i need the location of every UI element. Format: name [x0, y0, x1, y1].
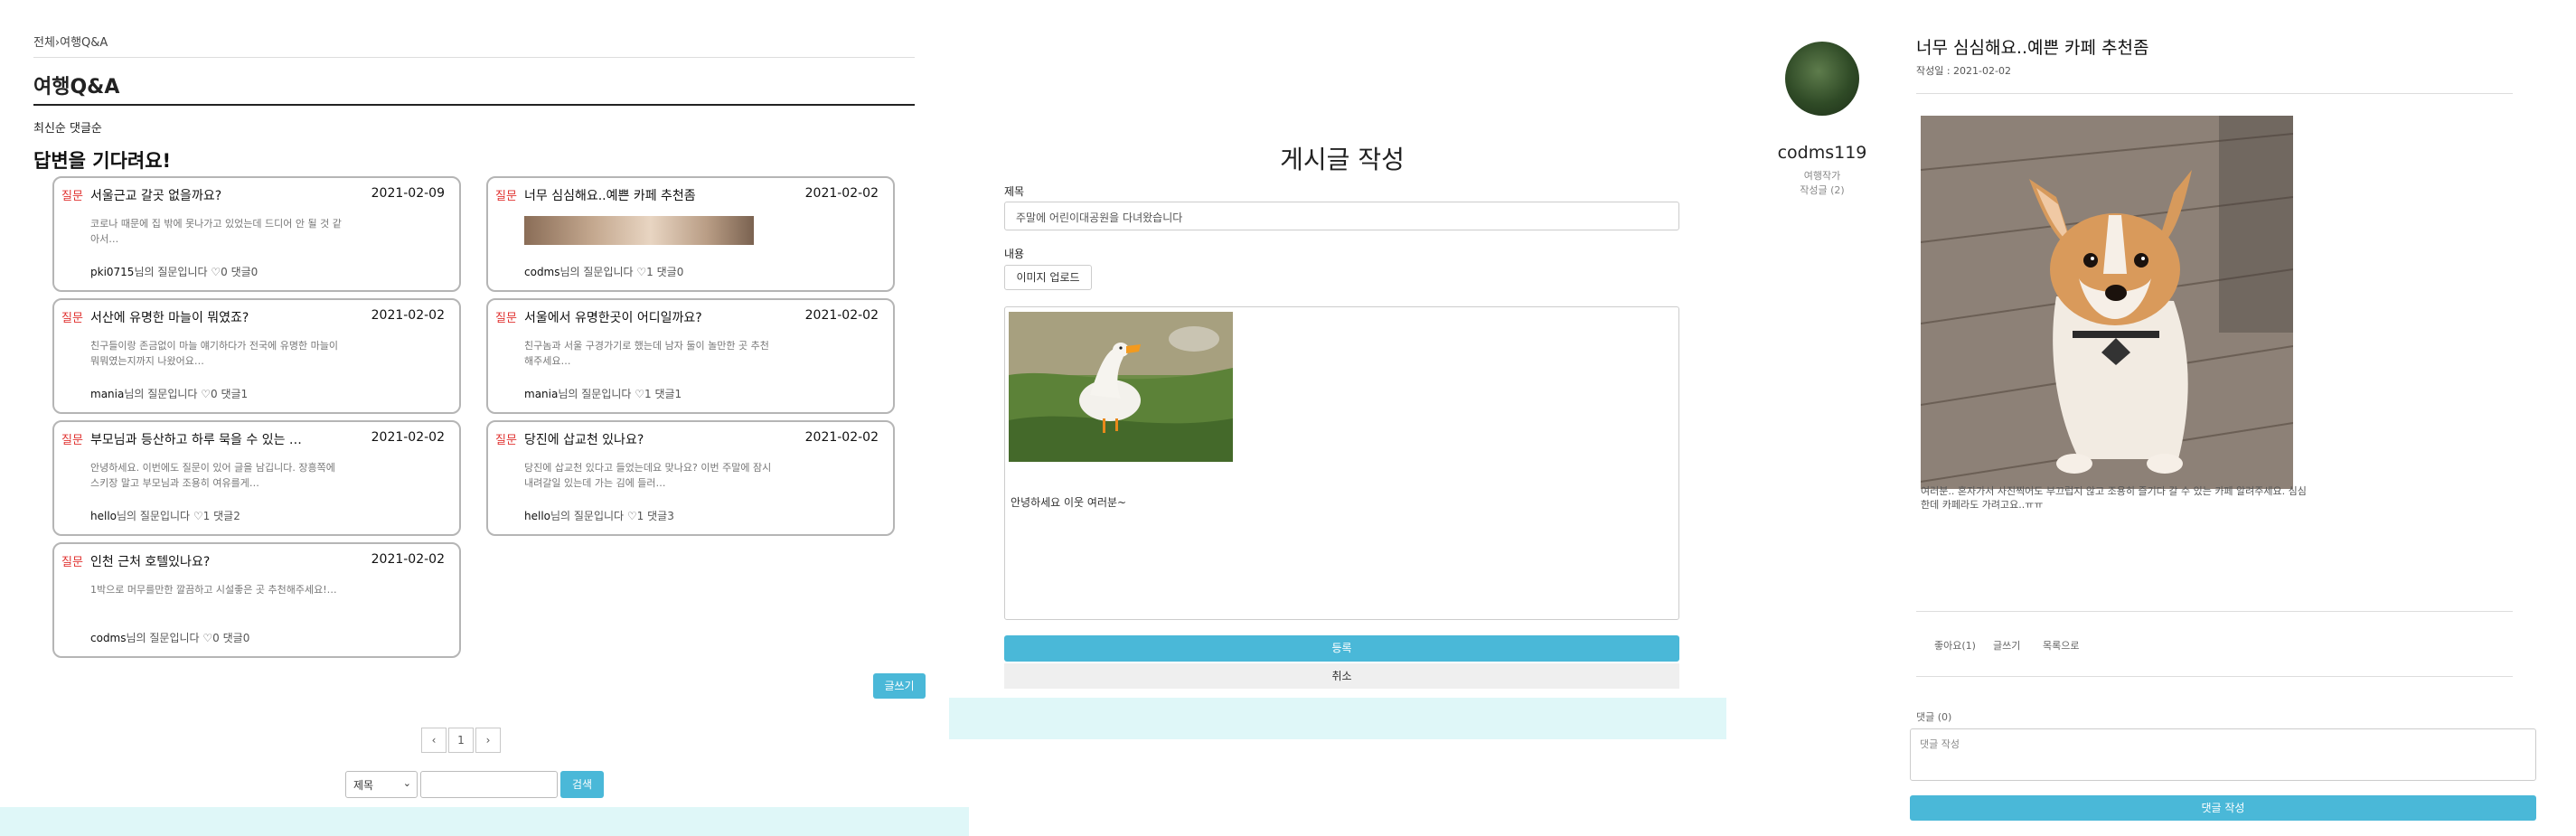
- question-tag: 질문: [61, 556, 83, 569]
- question-stats: 님의 질문입니다 ♡1 댓글2: [117, 510, 240, 522]
- question-meta: codms님의 질문입니다 ♡1 댓글0: [524, 264, 683, 279]
- question-meta: codms님의 질문입니다 ♡0 댓글0: [90, 630, 249, 645]
- question-card[interactable]: 질문 서산에 유명한 마늘이 뭐였죠? 2021-02-02 친구들이랑 존금없…: [52, 298, 461, 414]
- sort-options[interactable]: 최신순 댓글순: [33, 118, 102, 136]
- author-name: pki0715: [90, 266, 135, 278]
- search-button[interactable]: 검색: [560, 771, 604, 798]
- submit-button[interactable]: 등록: [1004, 635, 1679, 662]
- author-name: mania: [524, 388, 559, 400]
- pagination-prev-button[interactable]: ‹: [421, 728, 447, 753]
- question-title[interactable]: 인천 근처 호텔있나요?: [90, 552, 210, 570]
- search-input[interactable]: [420, 771, 558, 798]
- question-title[interactable]: 서울근교 갈곳 없을까요?: [90, 186, 221, 204]
- post-date: 작성일 : 2021-02-02: [1916, 65, 2011, 77]
- pagination-next-button[interactable]: ›: [475, 728, 501, 753]
- duck-photo: [1009, 312, 1233, 462]
- question-stats: 님의 질문입니다 ♡1 댓글1: [558, 388, 682, 400]
- question-card[interactable]: 질문 서울에서 유명한곳이 어디일까요? 2021-02-02 친구놈과 서울 …: [486, 298, 895, 414]
- question-title[interactable]: 당진에 삽교천 있나요?: [524, 430, 644, 448]
- question-date: 2021-02-02: [804, 186, 879, 201]
- breadcrumb-divider: [33, 57, 915, 58]
- section-heading: 답변을 기다려요!: [33, 150, 172, 172]
- comment-input[interactable]: 댓글 작성: [1910, 728, 2536, 781]
- question-card[interactable]: 질문 너무 심심해요..예쁜 카페 추천좀 2021-02-02 codms님의…: [486, 176, 895, 292]
- question-excerpt: 친구놈과 서울 구경가기로 했는데 남자 둘이 놀만한 곳 추천해주세요…: [524, 340, 769, 367]
- question-title[interactable]: 부모님과 등산하고 하루 묵을 수 있는 …: [90, 430, 302, 448]
- comment-submit-button[interactable]: 댓글 작성: [1910, 795, 2536, 821]
- question-excerpt: 1박으로 머무를만한 깔끔하고 시설좋은 곳 추천해주세요!…: [90, 584, 337, 596]
- divider: [1916, 93, 2513, 94]
- divider: [1916, 611, 2513, 612]
- breadcrumb[interactable]: 전체›여행Q&A: [33, 33, 108, 50]
- footer-band: [0, 807, 969, 836]
- page-title: 여행Q&A: [33, 76, 120, 99]
- question-date: 2021-02-09: [371, 186, 445, 201]
- question-tag: 질문: [61, 434, 83, 447]
- question-stats: 님의 질문입니다 ♡1 댓글3: [550, 510, 674, 522]
- chevron-down-icon: ⌄: [402, 777, 411, 789]
- content-editor-text[interactable]: 안녕하세요 이웃 여러분~: [1011, 494, 1126, 510]
- question-date: 2021-02-02: [804, 308, 879, 323]
- question-tag: 질문: [61, 312, 83, 325]
- post-title: 너무 심심해요..예쁜 카페 추천좀: [1916, 38, 2149, 58]
- question-date: 2021-02-02: [371, 552, 445, 567]
- author-name: hello: [524, 510, 550, 522]
- author-username: codms119: [1777, 143, 1867, 163]
- question-tag: 질문: [495, 312, 517, 325]
- divider: [1916, 676, 2513, 677]
- question-meta: mania님의 질문입니다 ♡0 댓글1: [90, 386, 248, 401]
- question-date: 2021-02-02: [804, 430, 879, 445]
- question-title[interactable]: 서울에서 유명한곳이 어디일까요?: [524, 308, 702, 326]
- question-meta: pki0715님의 질문입니다 ♡0 댓글0: [90, 264, 258, 279]
- question-date: 2021-02-02: [371, 430, 445, 445]
- question-title[interactable]: 너무 심심해요..예쁜 카페 추천좀: [524, 186, 696, 204]
- write-link[interactable]: 글쓰기: [1993, 638, 2020, 653]
- avatar: [1785, 42, 1859, 116]
- author-name: codms: [524, 266, 560, 278]
- cancel-button[interactable]: 취소: [1004, 663, 1679, 689]
- question-stats: 님의 질문입니다 ♡0 댓글0: [126, 632, 250, 644]
- question-card[interactable]: 질문 인천 근처 호텔있나요? 2021-02-02 1박으로 머무를만한 깔끔…: [52, 542, 461, 658]
- question-excerpt: 당진에 삽교천 있다고 들었는데요 맞나요? 이번 주말에 잠시 내려갈일 있는…: [524, 462, 772, 489]
- back-to-list-link[interactable]: 목록으로: [2043, 638, 2079, 653]
- question-tag: 질문: [495, 190, 517, 203]
- question-card[interactable]: 질문 부모님과 등산하고 하루 묵을 수 있는 … 2021-02-02 안녕하…: [52, 420, 461, 536]
- search-type-value: 제목: [353, 779, 374, 792]
- author-name: mania: [90, 388, 125, 400]
- question-stats: 님의 질문입니다 ♡0 댓글1: [124, 388, 249, 400]
- author-post-count: 작성글 (2): [1800, 184, 1845, 196]
- author-role: 여행작가: [1803, 170, 1841, 182]
- question-meta: hello님의 질문입니다 ♡1 댓글3: [524, 508, 674, 523]
- title-input[interactable]: 주말에 어린이대공원을 다녀왔습니다: [1004, 202, 1679, 230]
- author-name: codms: [90, 632, 127, 644]
- title-label: 제목: [1004, 185, 1025, 198]
- search-type-select[interactable]: 제목 ⌄: [345, 771, 418, 798]
- question-tag: 질문: [495, 434, 517, 447]
- puppy-photo: [1921, 116, 2293, 489]
- question-thumbnail: [524, 216, 754, 245]
- comment-count-label: 댓글 (0): [1916, 711, 1952, 723]
- question-excerpt: 코로나 때문에 집 밖에 못나가고 있었는데 드디어 안 될 것 같아서…: [90, 218, 342, 245]
- question-card[interactable]: 질문 서울근교 갈곳 없을까요? 2021-02-09 코로나 때문에 집 밖에…: [52, 176, 461, 292]
- title-divider: [33, 104, 915, 106]
- question-excerpt: 안녕하세요. 이번에도 질문이 있어 글을 남깁니다. 장흥쪽에 스키장 말고 …: [90, 462, 335, 489]
- body-label: 내용: [1004, 248, 1025, 260]
- question-stats: 님의 질문입니다 ♡1 댓글0: [559, 266, 684, 278]
- pagination-page-button[interactable]: 1: [448, 728, 474, 753]
- question-stats: 님의 질문입니다 ♡0 댓글0: [134, 266, 259, 278]
- form-heading: 게시글 작성: [1280, 145, 1405, 174]
- question-meta: hello님의 질문입니다 ♡1 댓글2: [90, 508, 240, 523]
- question-title[interactable]: 서산에 유명한 마늘이 뭐였죠?: [90, 308, 249, 326]
- write-button[interactable]: 글쓰기: [873, 673, 926, 699]
- question-excerpt: 친구들이랑 존금없이 마늘 얘기하다가 전국에 유명한 마늘이 뭐뭐였는지까지 …: [90, 340, 338, 367]
- question-meta: mania님의 질문입니다 ♡1 댓글1: [524, 386, 682, 401]
- post-body: 여러분.. 혼자가서 사진찍어도 부끄럽지 않고 조용히 즐기다 갈 수 있는 …: [1921, 485, 2307, 511]
- image-upload-button[interactable]: 이미지 업로드: [1004, 265, 1092, 290]
- footer-band: [949, 698, 1726, 739]
- question-date: 2021-02-02: [371, 308, 445, 323]
- question-card[interactable]: 질문 당진에 삽교천 있나요? 2021-02-02 당진에 삽교천 있다고 들…: [486, 420, 895, 536]
- question-tag: 질문: [61, 190, 83, 203]
- author-name: hello: [90, 510, 117, 522]
- like-button[interactable]: 좋아요(1): [1934, 638, 1976, 653]
